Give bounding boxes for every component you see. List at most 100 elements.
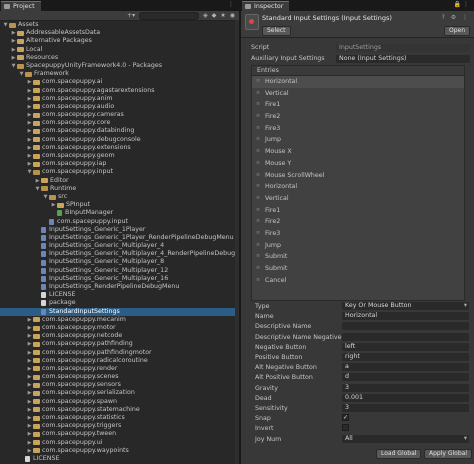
folder-row[interactable]: ▼ src	[0, 193, 239, 201]
select-button[interactable]: Select	[262, 26, 291, 36]
entry-item[interactable]: ≡ Fire2	[252, 111, 464, 123]
folder-row[interactable]: ▶ com.spacepuppy.tween	[0, 430, 239, 438]
property-dropdown[interactable]: Key Or Mouse Button	[342, 302, 469, 310]
property-dropdown[interactable]: All	[342, 434, 469, 443]
entry-item[interactable]: ≡ Mouse ScrollWheel	[252, 170, 464, 182]
property-input[interactable]: 0.001	[342, 393, 469, 402]
folder-row[interactable]: ▶ Alternative Packages	[0, 37, 239, 45]
folder-row[interactable]: ▶ com.spacepuppy.databinding	[0, 127, 239, 135]
property-input[interactable]: Horizontal	[342, 312, 469, 321]
property-input[interactable]: a	[342, 363, 469, 372]
eye-icon[interactable]: ◉	[230, 12, 235, 19]
folder-row[interactable]: ▶ com.spacepuppy.core	[0, 119, 239, 127]
property-input[interactable]: 3	[342, 383, 469, 392]
expand-arrow-icon[interactable]: ▶	[26, 136, 33, 144]
folder-row[interactable]: ▶ com.spacepuppy.ui	[0, 439, 239, 447]
drag-handle-icon[interactable]: ≡	[256, 251, 260, 263]
apply-global-button[interactable]: Apply Global	[424, 449, 472, 459]
folder-row[interactable]: ▶ com.spacepuppy.agastarextensions	[0, 87, 239, 95]
search-input[interactable]	[139, 11, 200, 20]
asset-row[interactable]: InputSettings_Generic_1Player_RenderPipe…	[0, 234, 239, 242]
folder-row[interactable]: ▼ Runtime	[0, 185, 239, 193]
folder-row[interactable]: ▶ SPInput	[0, 201, 239, 209]
expand-arrow-icon[interactable]: ▶	[26, 127, 33, 135]
folder-row[interactable]: ▼ Framework	[0, 70, 239, 78]
folder-row[interactable]: ▶ com.spacepuppy.spawn	[0, 398, 239, 406]
drag-handle-icon[interactable]: ≡	[256, 88, 260, 100]
expand-arrow-icon[interactable]: ▶	[10, 29, 17, 37]
folder-row[interactable]: ▶ com.spacepuppy.debugconsole	[0, 136, 239, 144]
folder-row[interactable]: ▶ com.spacepuppy.mecanim	[0, 316, 239, 324]
expand-arrow-icon[interactable]: ▶	[26, 406, 33, 414]
folder-row[interactable]: ▶ com.spacepuppy.statistics	[0, 414, 239, 422]
asset-row[interactable]: InputSettings_Generic_Multiplayer_8	[0, 258, 239, 266]
expand-arrow-icon[interactable]: ▶	[26, 316, 33, 324]
entry-item[interactable]: ≡ Jump	[252, 240, 464, 252]
expand-arrow-icon[interactable]: ▶	[26, 87, 33, 95]
entry-item[interactable]: ≡ Horizontal	[252, 181, 464, 193]
folder-row[interactable]: ▶ AddressableAssetsData	[0, 29, 239, 37]
expand-arrow-icon[interactable]: ▶	[26, 78, 33, 86]
expand-arrow-icon[interactable]: ▼	[26, 168, 33, 176]
expand-arrow-icon[interactable]: ▶	[50, 201, 57, 209]
entry-item[interactable]: ≡ Fire2	[252, 216, 464, 228]
entry-item[interactable]: ≡ Fire1	[252, 205, 464, 217]
expand-arrow-icon[interactable]: ▶	[26, 349, 33, 357]
expand-arrow-icon[interactable]: ▶	[26, 357, 33, 365]
folder-row[interactable]: ▶ com.spacepuppy.scenes	[0, 373, 239, 381]
tab-menu-icon[interactable]: 🔒⋮	[454, 1, 471, 8]
expand-arrow-icon[interactable]: ▶	[26, 340, 33, 348]
expand-arrow-icon[interactable]: ▶	[26, 414, 33, 422]
expand-arrow-icon[interactable]: ▶	[26, 398, 33, 406]
folder-row[interactable]: ▶ Editor	[0, 177, 239, 185]
expand-arrow-icon[interactable]: ▶	[34, 177, 41, 185]
tab-inspector[interactable]: Inspector	[242, 1, 290, 11]
expand-arrow-icon[interactable]: ▶	[26, 439, 33, 447]
expand-arrow-icon[interactable]: ▼	[10, 62, 17, 70]
asset-row[interactable]: InputSettings_Generic_Multiplayer_16	[0, 275, 239, 283]
entry-item[interactable]: ≡ Mouse Y	[252, 158, 464, 170]
settings-icon[interactable]: ? ⚙ ⋮	[442, 14, 470, 21]
expand-arrow-icon[interactable]: ▶	[26, 160, 33, 168]
expand-arrow-icon[interactable]: ▶	[26, 103, 33, 111]
expand-arrow-icon[interactable]: ▶	[26, 95, 33, 103]
expand-arrow-icon[interactable]: ▶	[26, 365, 33, 373]
folder-row[interactable]: ▼ Assets	[0, 21, 239, 29]
folder-row[interactable]: ▶ com.spacepuppy.triggers	[0, 422, 239, 430]
folder-row[interactable]: ▶ com.spacepuppy.motor	[0, 324, 239, 332]
label-icon[interactable]: ◆	[212, 12, 217, 19]
folder-row[interactable]: ▼ com.spacepuppy.input	[0, 168, 239, 176]
expand-arrow-icon[interactable]: ▶	[10, 54, 17, 62]
add-icon[interactable]: +▾	[127, 12, 135, 19]
asset-row[interactable]: InputSettings_Generic_Multiplayer_4_Rend…	[0, 250, 239, 258]
open-button[interactable]: Open	[443, 26, 470, 36]
asset-row[interactable]: InputSettings_Generic_Multiplayer_12	[0, 267, 239, 275]
folder-row[interactable]: ▶ com.spacepuppy.audio	[0, 103, 239, 111]
folder-row[interactable]: ▶ com.spacepuppy.statemachine	[0, 406, 239, 414]
entry-item[interactable]: ≡ Fire1	[252, 99, 464, 111]
folder-row[interactable]: ▶ Local	[0, 46, 239, 54]
folder-row[interactable]: ▶ com.spacepuppy.pathfinding	[0, 340, 239, 348]
drag-handle-icon[interactable]: ≡	[256, 158, 260, 170]
folder-row[interactable]: ▶ com.spacepuppy.ai	[0, 78, 239, 86]
asset-row[interactable]: BInputManager	[0, 209, 239, 217]
tab-menu-icon[interactable]: ⋮	[228, 1, 236, 8]
folder-row[interactable]: ▶ com.spacepuppy.waypoints	[0, 447, 239, 455]
property-input[interactable]: 3	[342, 404, 469, 412]
expand-arrow-icon[interactable]: ▶	[26, 119, 33, 127]
entry-item[interactable]: ≡ Submit	[252, 251, 464, 263]
drag-handle-icon[interactable]: ≡	[256, 170, 260, 182]
expand-arrow-icon[interactable]: ▶	[26, 447, 33, 455]
expand-arrow-icon[interactable]: ▶	[10, 37, 17, 45]
tab-project[interactable]: Project	[1, 1, 41, 11]
expand-arrow-icon[interactable]: ▶	[26, 381, 33, 389]
drag-handle-icon[interactable]: ≡	[256, 134, 260, 146]
entry-item[interactable]: ≡ Mouse X	[252, 146, 464, 158]
entry-item[interactable]: ≡ Jump	[252, 134, 464, 146]
expand-arrow-icon[interactable]: ▼	[2, 21, 9, 29]
asset-row[interactable]: LICENSE	[0, 291, 239, 299]
folder-row[interactable]: ▶ com.spacepuppy.serialization	[0, 389, 239, 397]
folder-row[interactable]: ▶ com.spacepuppy.netcode	[0, 332, 239, 340]
drag-handle-icon[interactable]: ≡	[256, 228, 260, 240]
asset-row[interactable]: StandardInputSettings	[0, 307, 239, 316]
